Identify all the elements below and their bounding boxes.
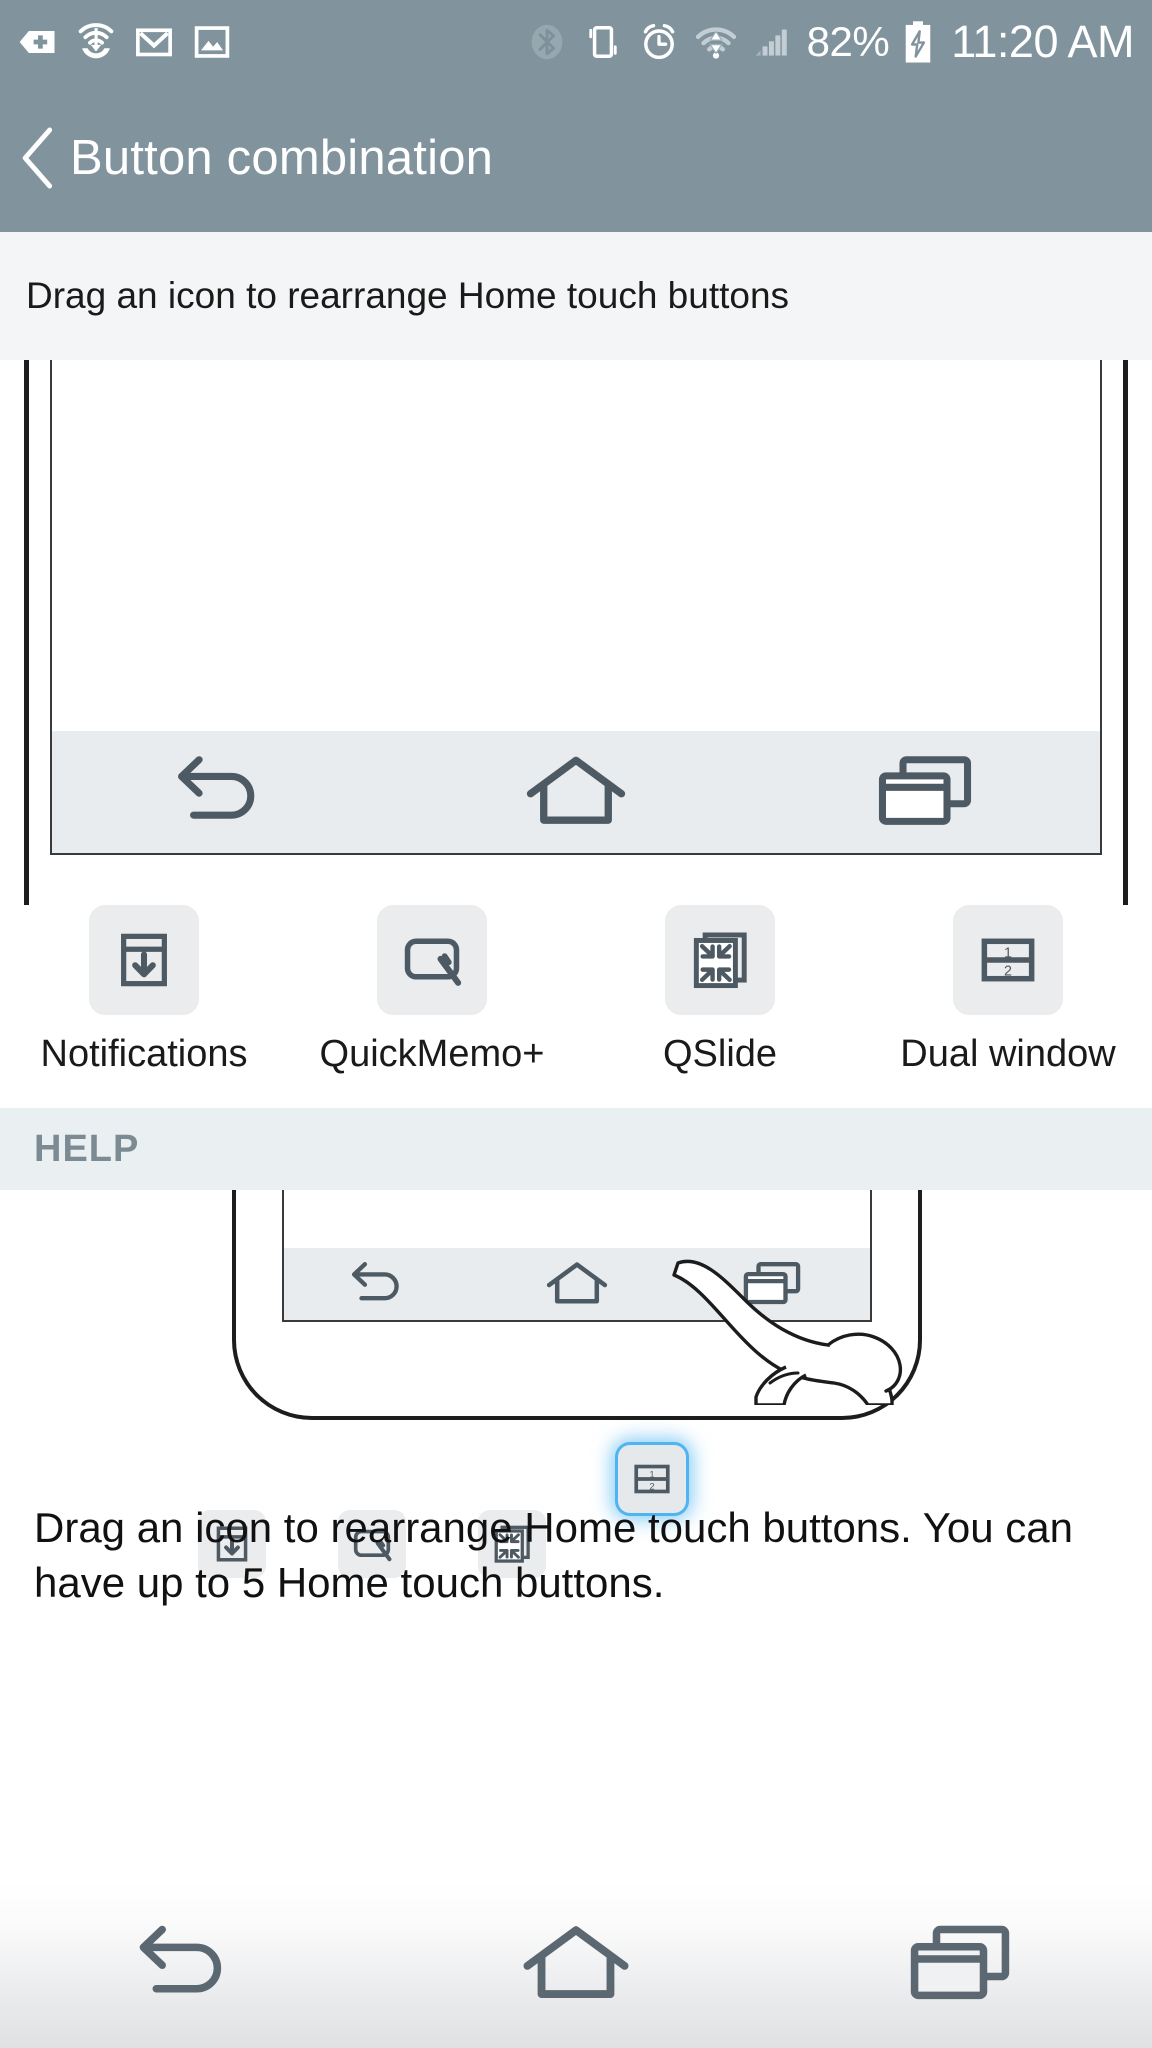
bluetooth-off-icon (531, 24, 563, 60)
notifications-tile[interactable] (89, 905, 199, 1015)
preview-navigation-bar (52, 731, 1100, 853)
home-button-icon (546, 1262, 608, 1304)
action-bar: Button combination (0, 84, 1152, 232)
help-phone-mockup-screen (282, 1190, 872, 1322)
help-header-label: HELP (34, 1127, 140, 1170)
back-button-icon[interactable] (168, 748, 286, 836)
gmail-icon (136, 28, 172, 57)
status-bar: 82% 11:20 AM (0, 0, 1152, 84)
tray-item-qslide[interactable]: QSlide (576, 905, 864, 1120)
gallery-image-icon (194, 26, 230, 58)
quickmemo-plus-icon (404, 938, 462, 986)
dual-window-tile[interactable]: 1 2 (953, 905, 1063, 1015)
status-bar-left-icons (0, 20, 234, 64)
tray-label-qslide: QSlide (662, 1033, 778, 1075)
home-touch-buttons-preview (0, 360, 1152, 912)
vibrate-mode-icon (588, 25, 617, 59)
recent-apps-button-icon[interactable] (866, 748, 984, 836)
download-manager-icon (78, 23, 114, 59)
app-update-plus-icon (19, 31, 55, 53)
back-button-icon[interactable] (129, 1917, 255, 2011)
alarm-clock-icon (643, 23, 674, 60)
system-navigation-bar (0, 1880, 1152, 2048)
home-button-icon[interactable] (513, 1917, 639, 2011)
phone-mockup-screen (50, 360, 1102, 855)
tray-item-notifications[interactable]: Notifications (0, 905, 288, 1120)
status-bar-right-icons: 82% 11:20 AM (525, 16, 1152, 68)
recent-apps-button-icon (744, 1262, 801, 1305)
help-section-header: HELP (0, 1108, 1152, 1190)
tray-item-quickmemo-plus[interactable]: QuickMemo+ (288, 905, 576, 1120)
wifi-icon (695, 27, 736, 59)
battery-charging-icon (905, 21, 931, 63)
page-title: Button combination (70, 131, 494, 185)
instruction-banner: Drag an icon to rearrange Home touch but… (0, 232, 1152, 360)
qslide-tile[interactable] (665, 905, 775, 1015)
help-description-text: Drag an icon to rearrange Home touch but… (34, 1504, 1074, 1607)
cellular-signal-icon (755, 29, 787, 56)
notifications-icon (121, 933, 167, 987)
quickmemo-plus-tile[interactable] (377, 905, 487, 1015)
help-navigation-bar (284, 1248, 870, 1320)
dual-window-number-2: 2 (1004, 964, 1012, 980)
instruction-text: Drag an icon to rearrange Home touch but… (26, 275, 790, 316)
tray-label-notifications: Notifications (40, 1033, 248, 1075)
dual-window-number-1: 1 (1004, 946, 1012, 962)
svg-text:2: 2 (649, 1481, 654, 1492)
tray-item-dual-window[interactable]: 1 2 Dual window (864, 905, 1152, 1120)
phone-screen-root: 82% 11:20 AM Button combination Drag an … (0, 0, 1152, 2048)
status-bar-clock: 11:20 AM (951, 16, 1134, 67)
tray-label-dual-window: Dual window (900, 1033, 1116, 1075)
chevron-left-icon[interactable] (10, 123, 66, 193)
dual-window-icon: 1 2 (981, 938, 1035, 982)
dual-window-icon: 1 2 (634, 1464, 670, 1494)
back-button-icon (351, 1262, 399, 1301)
battery-percent-label: 82% (806, 18, 890, 65)
home-button-icon[interactable] (517, 748, 635, 836)
tray-label-quickmemo-plus: QuickMemo+ (319, 1033, 545, 1075)
recent-apps-button-icon[interactable] (897, 1917, 1023, 2011)
qslide-icon (693, 932, 747, 989)
svg-text:1: 1 (649, 1469, 654, 1480)
available-buttons-tray: Notifications QuickMemo+ QSlide 1 2 Dual… (0, 905, 1152, 1120)
